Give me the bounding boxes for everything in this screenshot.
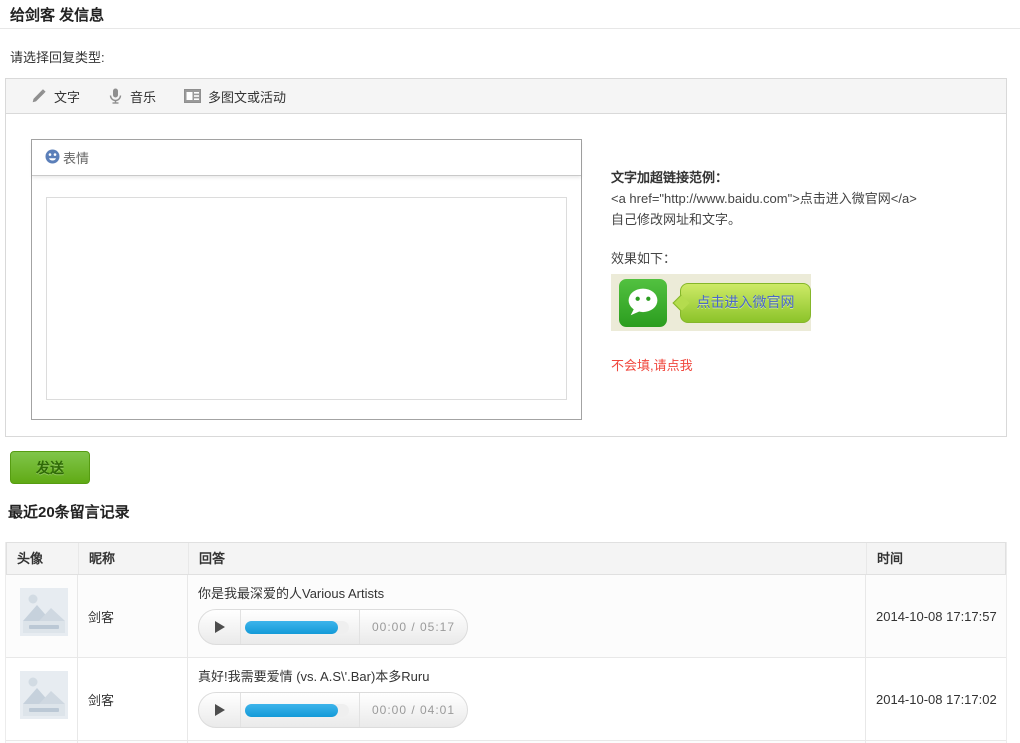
page: 给剑客 发信息 请选择回复类型: 文字 音乐 多图文或活动 bbox=[0, 0, 1020, 743]
col-header-time: 时间 bbox=[867, 543, 1005, 574]
play-icon bbox=[215, 621, 225, 633]
help-example-title: 文字加超链接范例： bbox=[611, 167, 1001, 188]
emoji-button[interactable]: 表情 bbox=[45, 148, 89, 167]
pencil-icon bbox=[31, 88, 47, 104]
audio-player: 00:00 / 04:01 bbox=[198, 692, 468, 728]
avatar-cell bbox=[6, 658, 78, 740]
avatar-placeholder-image bbox=[20, 671, 68, 719]
progress-track bbox=[245, 704, 349, 717]
editor-body bbox=[32, 176, 581, 405]
nickname-cell: 剑客 bbox=[78, 575, 188, 657]
avatar-cell bbox=[6, 575, 78, 657]
hyperlink-help: 文字加超链接范例： <a href="http://www.baidu.com"… bbox=[611, 167, 1001, 376]
records-heading: 最近20条留言记录 bbox=[8, 501, 130, 522]
reply-type-label: 请选择回复类型: bbox=[10, 47, 105, 66]
help-example-code: <a href="http://www.baidu.com">点击进入微官网</… bbox=[611, 188, 1001, 209]
play-icon bbox=[215, 704, 225, 716]
progress-fill bbox=[245, 704, 338, 717]
article-icon bbox=[184, 89, 201, 103]
player-time: 00:00 / 05:17 bbox=[359, 610, 467, 644]
editor-toolbar: 表情 bbox=[32, 140, 581, 176]
progress-bar[interactable] bbox=[241, 693, 359, 727]
play-button[interactable] bbox=[199, 610, 241, 644]
help-effect-label: 效果如下： bbox=[611, 248, 1001, 269]
title-divider bbox=[0, 28, 1020, 29]
col-header-answer: 回答 bbox=[189, 543, 867, 574]
smiley-icon bbox=[45, 149, 60, 167]
table-row: 剑客 真好!我需要爱情 (vs. A.S\'.Bar)本多Ruru 00:00 … bbox=[6, 658, 1006, 741]
message-editor: 表情 bbox=[31, 139, 582, 420]
tab-rich-media-label: 多图文或活动 bbox=[208, 87, 286, 106]
compose-panel: 文字 音乐 多图文或活动 表情 bbox=[5, 78, 1007, 437]
message-textarea[interactable] bbox=[46, 197, 567, 400]
wechat-icon bbox=[619, 279, 667, 327]
records-table: 头像 昵称 回答 时间 剑客 你是我最深爱的人Various Artists 0… bbox=[5, 542, 1007, 743]
play-button[interactable] bbox=[199, 693, 241, 727]
tab-music[interactable]: 音乐 bbox=[108, 87, 156, 106]
avatar-placeholder-image bbox=[20, 588, 68, 636]
progress-track bbox=[245, 621, 349, 634]
col-header-nickname: 昵称 bbox=[79, 543, 189, 574]
microphone-icon bbox=[108, 88, 123, 104]
preview-link-bubble[interactable]: 点击进入微官网 bbox=[680, 283, 811, 323]
timestamp-cell: 2014-10-08 17:17:57 bbox=[866, 575, 1006, 657]
col-header-avatar: 头像 bbox=[7, 543, 79, 574]
answer-cell: 你是我最深爱的人Various Artists 00:00 / 05:17 bbox=[188, 575, 866, 657]
tab-text[interactable]: 文字 bbox=[31, 87, 80, 106]
table-row: 剑客 你是我最深爱的人Various Artists 00:00 / 05:17… bbox=[6, 575, 1006, 658]
progress-fill bbox=[245, 621, 338, 634]
song-title: 你是我最深爱的人Various Artists bbox=[198, 584, 865, 603]
tab-music-label: 音乐 bbox=[130, 87, 156, 106]
emoji-button-label: 表情 bbox=[63, 148, 89, 167]
timestamp-cell: 2014-10-08 17:17:02 bbox=[866, 658, 1006, 740]
answer-cell: 真好!我需要爱情 (vs. A.S\'.Bar)本多Ruru 00:00 / 0… bbox=[188, 658, 866, 740]
reply-type-tabbar: 文字 音乐 多图文或活动 bbox=[6, 79, 1006, 114]
send-button[interactable]: 发送 bbox=[10, 451, 90, 484]
song-title: 真好!我需要爱情 (vs. A.S\'.Bar)本多Ruru bbox=[198, 667, 865, 686]
help-link[interactable]: 不会填,请点我 bbox=[611, 355, 693, 376]
link-effect-preview: 点击进入微官网 bbox=[611, 274, 811, 331]
table-header-row: 头像 昵称 回答 时间 bbox=[6, 542, 1006, 575]
progress-bar[interactable] bbox=[241, 610, 359, 644]
nickname-cell: 剑客 bbox=[78, 658, 188, 740]
help-example-note: 自己修改网址和文字。 bbox=[611, 209, 1001, 230]
tab-text-label: 文字 bbox=[54, 87, 80, 106]
tab-rich-media[interactable]: 多图文或活动 bbox=[184, 87, 286, 106]
audio-player: 00:00 / 05:17 bbox=[198, 609, 468, 645]
player-time: 00:00 / 04:01 bbox=[359, 693, 467, 727]
page-title: 给剑客 发信息 bbox=[10, 4, 104, 25]
